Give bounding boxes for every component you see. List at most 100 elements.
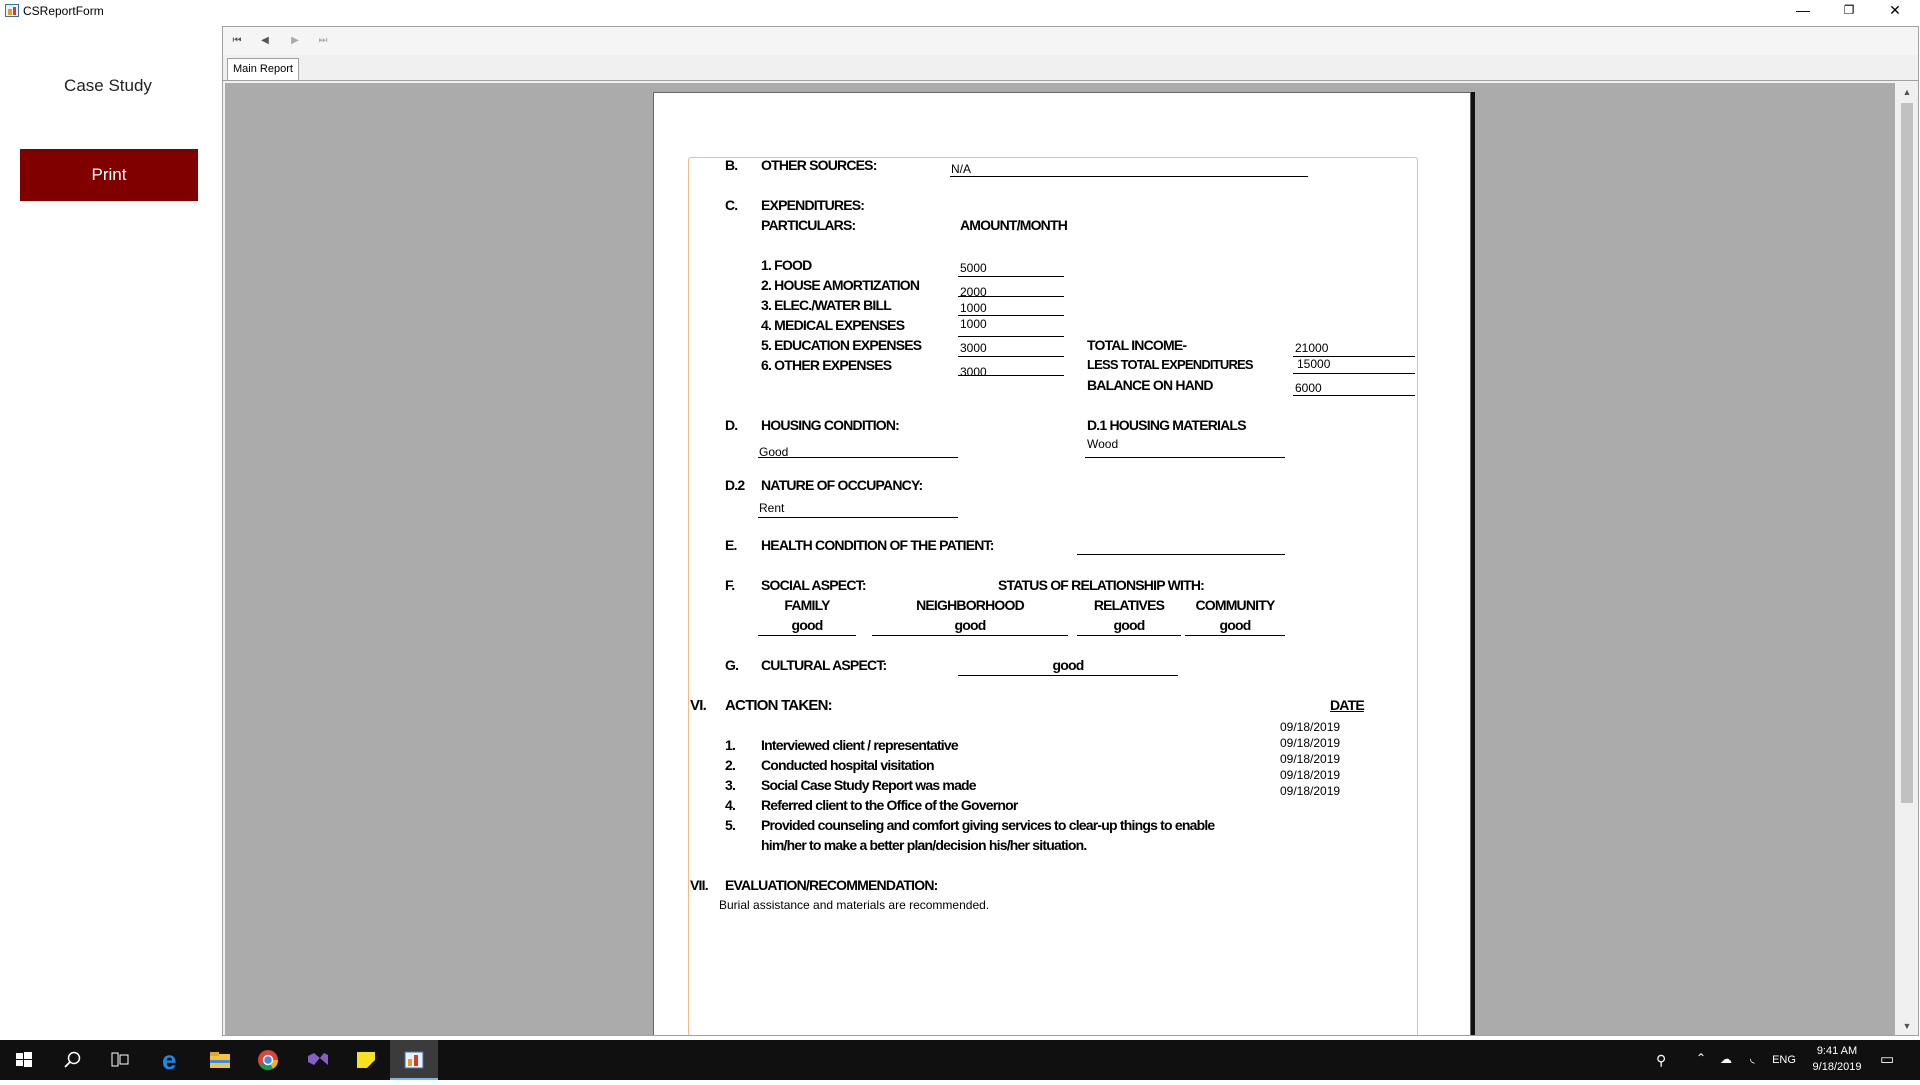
expense-underline bbox=[958, 336, 1064, 337]
report-viewer: ⏮ ◀ ▶ ⏭ Main Report B. OTHER SOURCES: N/… bbox=[222, 26, 1919, 1036]
expense-label: 3. ELEC./WATER BILL bbox=[761, 297, 892, 313]
section-vi-title: ACTION TAKEN: bbox=[725, 697, 833, 714]
expense-underline bbox=[958, 375, 1064, 376]
less-total-expenditures-value: 15000 bbox=[1297, 357, 1331, 371]
language-indicator[interactable]: ENG bbox=[1766, 1054, 1802, 1066]
relation-underline bbox=[1185, 635, 1285, 636]
expense-underline bbox=[958, 276, 1064, 277]
action-number: 2. bbox=[725, 757, 736, 773]
health-condition-underline bbox=[1077, 554, 1285, 555]
scroll-up-icon[interactable]: ▲ bbox=[1897, 83, 1917, 101]
scroll-down-icon[interactable]: ▼ bbox=[1897, 1017, 1917, 1035]
balance-on-hand-value: 6000 bbox=[1295, 381, 1322, 395]
recommendation-text: Burial assistance and materials are reco… bbox=[719, 898, 990, 912]
expense-label: 1. FOOD bbox=[761, 257, 812, 273]
relation-underline bbox=[872, 635, 1068, 636]
visual-studio-icon[interactable] bbox=[294, 1040, 342, 1080]
report-app-icon[interactable] bbox=[390, 1040, 438, 1080]
report-page: B. OTHER SOURCES: N/A C. EXPENDITURES: P… bbox=[653, 92, 1471, 1035]
action-number: 5. bbox=[725, 817, 736, 833]
previous-page-button[interactable]: ◀ bbox=[257, 33, 273, 49]
section-d2-title: NATURE OF OCCUPANCY: bbox=[761, 477, 923, 493]
action-text: Interviewed client / representative bbox=[761, 737, 959, 753]
action-date: 09/18/2019 bbox=[1280, 752, 1341, 766]
section-vii-title: EVALUATION/RECOMMENDATION: bbox=[725, 877, 938, 893]
expense-value: 1000 bbox=[960, 301, 987, 315]
report-tab-strip: Main Report bbox=[223, 55, 1918, 81]
case-study-title: Case Study bbox=[64, 76, 152, 95]
next-page-button[interactable]: ▶ bbox=[287, 33, 303, 49]
svg-text:e: e bbox=[162, 1045, 176, 1075]
maximize-button[interactable]: ❐ bbox=[1826, 0, 1872, 22]
expense-label: 2. HOUSE AMORTIZATION bbox=[761, 277, 920, 293]
windows-start-icon[interactable] bbox=[0, 1040, 48, 1080]
sticky-notes-icon[interactable] bbox=[342, 1040, 390, 1080]
minimize-button[interactable]: — bbox=[1780, 0, 1826, 22]
nature-of-occupancy-value: Rent bbox=[759, 501, 785, 515]
people-icon[interactable]: ⚲ bbox=[1656, 1052, 1666, 1069]
print-button[interactable]: Print bbox=[20, 149, 198, 201]
status-of-relationship-header: STATUS OF RELATIONSHIP WITH: bbox=[998, 577, 1205, 593]
title-bar: CSReportForm — ❐ ✕ bbox=[0, 0, 1920, 22]
section-c-label: C. bbox=[725, 197, 738, 213]
cultural-aspect-underline bbox=[958, 675, 1178, 676]
particulars-label: PARTICULARS: bbox=[761, 217, 856, 233]
action-text: Referred client to the Office of the Gov… bbox=[761, 797, 1018, 813]
expense-label: 6. OTHER EXPENSES bbox=[761, 357, 892, 373]
other-sources-underline bbox=[950, 176, 1308, 177]
section-vii-label: VII. bbox=[690, 877, 709, 893]
clock-time[interactable]: 9:41 AM bbox=[1806, 1045, 1868, 1057]
chevron-up-icon[interactable]: ⌃ bbox=[1696, 1051, 1706, 1065]
tab-main-report[interactable]: Main Report bbox=[227, 58, 299, 80]
task-view-icon[interactable] bbox=[96, 1040, 144, 1080]
expense-value: 3000 bbox=[960, 341, 987, 355]
last-page-button[interactable]: ⏭ bbox=[315, 33, 331, 49]
section-b-label: B. bbox=[725, 157, 738, 173]
viewer-toolbar: ⏮ ◀ ▶ ⏭ bbox=[223, 27, 1918, 55]
section-vi-label: VI. bbox=[690, 697, 707, 714]
action-center-icon[interactable]: ▭ bbox=[1880, 1050, 1894, 1068]
action-date: 09/18/2019 bbox=[1280, 784, 1341, 798]
expense-underline bbox=[958, 296, 1064, 297]
balance-on-hand-underline bbox=[1293, 395, 1415, 396]
section-f-label: F. bbox=[725, 577, 735, 593]
action-text: Conducted hospital visitation bbox=[761, 757, 935, 773]
action-text: Social Case Study Report was made bbox=[761, 777, 977, 793]
chrome-icon[interactable] bbox=[244, 1040, 292, 1080]
total-income-label: TOTAL INCOME- bbox=[1087, 337, 1187, 353]
edge-icon[interactable]: e bbox=[148, 1040, 196, 1080]
window-title: CSReportForm bbox=[23, 4, 104, 18]
expense-label: 5. EDUCATION EXPENSES bbox=[761, 337, 922, 353]
section-d-label: D. bbox=[725, 417, 738, 433]
expense-value: 1000 bbox=[960, 317, 987, 331]
section-d2-label: D.2 bbox=[725, 477, 745, 493]
relation-label: FAMILY bbox=[784, 597, 830, 613]
section-b-title: OTHER SOURCES: bbox=[761, 157, 877, 173]
scroll-thumb[interactable] bbox=[1901, 103, 1913, 803]
first-page-button[interactable]: ⏮ bbox=[229, 33, 245, 49]
section-d-title: HOUSING CONDITION: bbox=[761, 417, 900, 433]
action-number: 3. bbox=[725, 777, 736, 793]
close-button[interactable]: ✕ bbox=[1872, 0, 1918, 22]
wifi-icon[interactable]: ◟ bbox=[1750, 1051, 1755, 1065]
clock-date[interactable]: 9/18/2019 bbox=[1806, 1061, 1868, 1073]
search-icon[interactable] bbox=[48, 1040, 96, 1080]
section-c-title: EXPENDITURES: bbox=[761, 197, 865, 213]
relation-label: RELATIVES bbox=[1093, 597, 1165, 613]
housing-condition-underline bbox=[758, 457, 958, 458]
less-total-expenditures-label: LESS TOTAL EXPENDITURES bbox=[1087, 357, 1254, 372]
housing-materials-value: Wood bbox=[1087, 437, 1119, 451]
amount-month-header: AMOUNT/MONTH bbox=[960, 217, 1068, 233]
expense-label: 4. MEDICAL EXPENSES bbox=[761, 317, 905, 333]
housing-materials-title: D.1 HOUSING MATERIALS bbox=[1087, 417, 1247, 433]
vertical-scrollbar[interactable]: ▲ ▼ bbox=[1897, 83, 1917, 1035]
action-date: 09/18/2019 bbox=[1280, 720, 1341, 734]
section-g-title: CULTURAL ASPECT: bbox=[761, 657, 887, 673]
other-sources-value: N/A bbox=[951, 162, 972, 176]
relation-label: COMMUNITY bbox=[1195, 597, 1275, 613]
relation-value: good bbox=[1113, 617, 1145, 633]
onedrive-icon[interactable]: ☁ bbox=[1720, 1052, 1732, 1066]
expense-underline bbox=[958, 315, 1064, 316]
expense-value: 5000 bbox=[960, 261, 987, 275]
file-explorer-icon[interactable] bbox=[196, 1040, 244, 1080]
